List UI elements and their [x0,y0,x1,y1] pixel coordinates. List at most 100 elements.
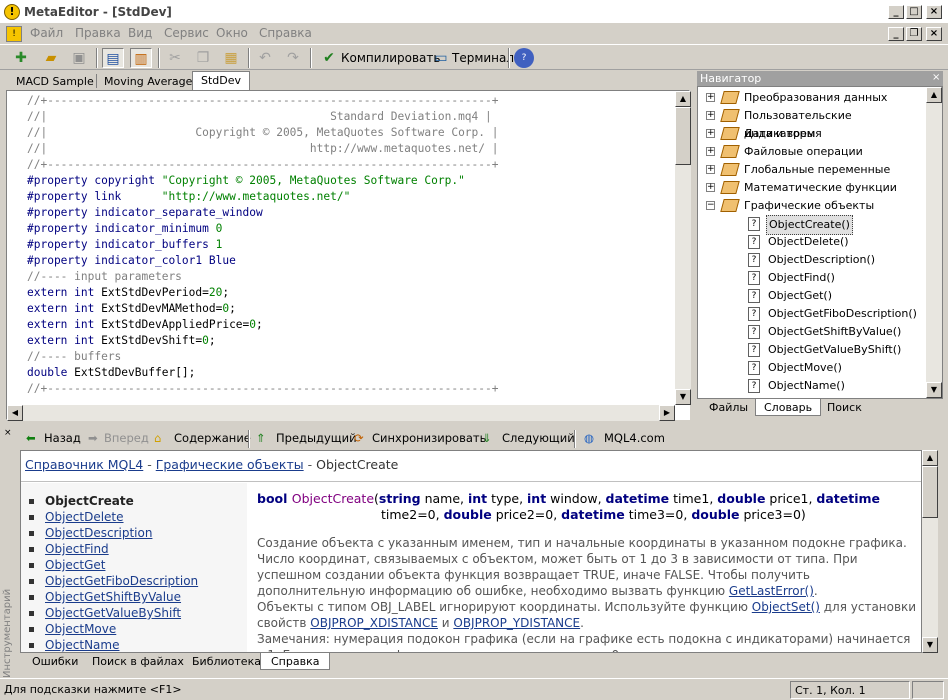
editor-vertical-scrollbar[interactable]: ▲ ▼ [675,91,691,405]
tree-item[interactable]: ? ObjectGetValueByShift() [706,341,926,359]
tree-item[interactable]: ? ObjectCreate() [706,215,926,235]
navigator-toggle-icon[interactable]: ▤ [102,48,124,68]
back-button[interactable]: Назад [44,431,81,445]
getlasterror-link[interactable]: GetLastError() [729,584,814,598]
scroll-down-button[interactable]: ▼ [675,389,691,405]
tab-stddev[interactable]: StdDev [192,71,251,91]
breadcrumb-root-link[interactable]: Справочник MQL4 [25,457,143,472]
close-button[interactable]: × [926,5,942,19]
terminal-icon[interactable]: ▭ [430,48,452,68]
toolbox-close-icon[interactable]: × [4,428,14,438]
objectset-link[interactable]: ObjectSet() [752,600,820,614]
help-list-label[interactable]: ObjectGetShiftByValue [45,589,181,605]
code-line[interactable]: //+-------------------------------------… [27,381,677,397]
next-button[interactable]: Следующий [502,431,575,445]
tree-item[interactable]: ? ObjectGet() [706,287,926,305]
collapse-icon[interactable]: − [706,201,715,210]
navigator-scrollbar[interactable]: ▲ ▼ [926,87,942,398]
code-editor[interactable]: //+-------------------------------------… [6,90,691,421]
code-line[interactable]: #property indicator_buffers 1 [27,237,677,253]
code-line[interactable]: //---- input parameters [27,269,677,285]
mql4-site-button[interactable]: MQL4.com [604,431,665,445]
tree-folder[interactable]: + Пользовательские индикаторы [706,107,926,140]
help-list-label[interactable]: ObjectDelete [45,509,124,525]
save-icon[interactable]: ▣ [68,48,90,68]
code-line[interactable]: //| Standard Deviation.mq4 | [27,109,677,125]
code-line[interactable]: #property indicator_minimum 0 [27,221,677,237]
tab-files[interactable]: Файлы [701,399,756,416]
code-line[interactable]: extern int ExtStdDevShift=0; [27,333,677,349]
paste-icon[interactable]: ▦ [220,48,242,68]
new-file-icon[interactable]: ✚ [10,48,32,68]
copy-icon[interactable]: ❐ [192,48,214,68]
scroll-up-button[interactable]: ▲ [926,87,942,103]
tree-item[interactable]: ? ObjectGetFiboDescription() [706,305,926,323]
tree-item[interactable]: ? ObjectDelete() [706,233,926,251]
help-list-label[interactable]: ObjectGetFiboDescription [45,573,198,589]
editor-horizontal-scrollbar[interactable]: ◀ ▶ [7,405,675,421]
tab-help[interactable]: Справка [260,653,331,670]
expand-icon[interactable]: + [706,93,715,102]
tree-folder[interactable]: + Преобразования данных [706,89,926,107]
scroll-left-button[interactable]: ◀ [7,405,23,421]
tab-macd-sample[interactable]: MACD Sample [8,73,102,91]
tree-folder[interactable]: + Глобальные переменные [706,161,926,179]
tab-find-in-files[interactable]: Поиск в файлах [82,653,194,670]
code-line[interactable]: #property indicator_color1 Blue [27,253,677,269]
code-line[interactable]: //| Copyright © 2005, MetaQuotes Softwar… [27,125,677,141]
code-line[interactable]: //+-------------------------------------… [27,157,677,173]
tree-folder[interactable]: + Дата и время [706,125,926,143]
expand-icon[interactable]: + [706,129,715,138]
code-area[interactable]: //+-------------------------------------… [27,93,677,403]
code-line[interactable]: #property copyright "Copyright © 2005, M… [27,173,677,189]
scroll-down-button[interactable]: ▼ [926,382,942,398]
help-icon[interactable]: ? [514,48,534,68]
cut-icon[interactable]: ✂ [164,48,186,68]
expand-icon[interactable]: + [706,165,715,174]
code-line[interactable]: //| http://www.metaquotes.net/ | [27,141,677,157]
menu-help[interactable]: Справка [259,26,312,40]
help-list-label[interactable]: ObjectMove [45,621,116,637]
tree-folder[interactable]: + Файловые операции [706,143,926,161]
code-line[interactable]: double ExtStdDevBuffer[]; [27,365,677,381]
code-line[interactable]: #property indicator_separate_window [27,205,677,221]
scroll-up-button[interactable]: ▲ [675,91,691,107]
menu-view[interactable]: Вид [128,26,152,40]
tree-item[interactable]: ? ObjectGetShiftByValue() [706,323,926,341]
code-line[interactable]: extern int ExtStdDevPeriod=20; [27,285,677,301]
redo-icon[interactable]: ↷ [282,48,304,68]
ydistance-link[interactable]: OBJPROP_YDISTANCE [453,616,580,630]
minimize-button[interactable]: _ [888,5,904,19]
expand-icon[interactable]: + [706,147,715,156]
tree-item[interactable]: ? ObjectDescription() [706,251,926,269]
doc-close-button[interactable]: × [926,27,942,41]
tree-folder[interactable]: − Графические объекты [706,197,926,215]
menu-service[interactable]: Сервис [164,26,209,40]
terminal-button[interactable]: Терминал [452,51,514,65]
code-line[interactable]: extern int ExtStdDevAppliedPrice=0; [27,317,677,333]
code-line[interactable]: //+-------------------------------------… [27,93,677,109]
doc-restore-button[interactable]: ❐ [906,27,922,41]
help-list-label[interactable]: ObjectGet [45,557,105,573]
code-line[interactable]: extern int ExtStdDevMAMethod=0; [27,301,677,317]
sync-button[interactable]: Синхронизировать [372,431,486,445]
menu-window[interactable]: Окно [216,26,248,40]
menu-edit[interactable]: Правка [75,26,121,40]
tab-search[interactable]: Поиск [819,399,870,416]
scroll-thumb[interactable] [675,107,691,165]
menu-file[interactable]: Файл [30,26,63,40]
expand-icon[interactable]: + [706,111,715,120]
tree-folder[interactable]: + Математические функции [706,179,926,197]
tab-errors[interactable]: Ошибки [22,653,88,670]
breadcrumb-section-link[interactable]: Графические объекты [156,457,304,472]
tab-library[interactable]: Библиотека [182,653,271,670]
tree-item[interactable]: ? ObjectFind() [706,269,926,287]
contents-button[interactable]: Содержание [174,431,251,445]
maximize-button[interactable]: □ [906,5,922,19]
compile-icon[interactable]: ✔ [318,48,340,68]
code-line[interactable]: //---- buffers [27,349,677,365]
scroll-thumb[interactable] [922,466,938,518]
doc-minimize-button[interactable]: _ [888,27,904,41]
scroll-up-button[interactable]: ▲ [922,450,938,466]
tab-dictionary[interactable]: Словарь [755,399,822,416]
